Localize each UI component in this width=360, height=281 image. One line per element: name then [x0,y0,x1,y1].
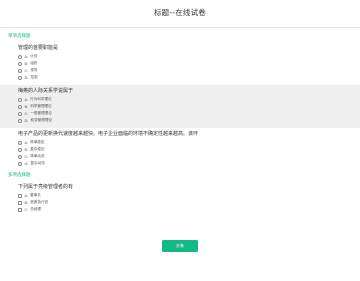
question-1: 管理的首要职能是 A: 计划 B: 组织 C: 领导 D: 控制 [8,42,352,85]
option-list: A: 简单稳定 B: 复杂稳定 C: 简单动态 D: 复杂动态 [18,139,342,167]
option-a[interactable]: A: 简单稳定 [18,139,342,146]
option-label: 首席执行官 [30,200,49,204]
option-key: B: [24,147,29,152]
checkbox[interactable] [18,207,22,212]
question-text: 下列属于亮级管理者的有 [18,184,74,190]
option-key: D: [24,118,29,123]
submit-button[interactable]: 交卷 [162,240,198,252]
option-key: D: [24,75,29,80]
option-label: 行为科学理论 [30,97,52,101]
option-key: B: [24,200,29,205]
page-header: 标题--在线试卷 [0,0,360,28]
option-key: C: [24,207,29,212]
option-b[interactable]: B: 首席执行官 [18,199,342,206]
option-key: A: [24,193,29,198]
option-c[interactable]: C: 领导 [18,67,342,74]
question-2: 梅奥的人际关系学说属于 A: 行为科学理论 B: 科学管理理论 C: 一般管理理… [0,85,360,128]
option-list: A: 计划 B: 组织 C: 领导 D: 控制 [18,53,342,81]
option-key: C: [24,68,29,73]
option-label: 复杂动态 [30,161,45,165]
radio-button[interactable] [18,147,22,152]
option-key: C: [24,111,29,116]
option-label: 科学管理理论 [30,104,52,108]
option-a[interactable]: A: 董事长 [18,192,342,199]
option-d[interactable]: D: 权变管理理论 [18,117,342,124]
option-c[interactable]: C: 简单动态 [18,153,342,160]
option-key: B: [24,61,29,66]
radio-button[interactable] [18,75,22,80]
option-b[interactable]: B: 科学管理理论 [18,103,342,110]
option-label: 组织 [30,61,38,65]
section-title: 多项选择题 [8,173,31,178]
option-key: B: [24,104,29,109]
option-label: 董事长 [30,193,41,197]
radio-button[interactable] [18,161,22,166]
radio-button[interactable] [18,104,22,109]
option-label: 控制 [30,75,38,79]
option-label: 复杂稳定 [30,147,45,151]
page-title: 标题--在线试卷 [153,8,206,17]
option-label: 领导 [30,68,38,72]
option-label: 计划 [30,54,38,58]
option-c[interactable]: C: 总经理 [18,206,342,213]
exam-content: 单项选择题 管理的首要职能是 A: 计划 B: 组织 C: 领导 D: 控制 梅… [0,32,360,217]
option-label: 权变管理理论 [30,118,53,122]
radio-button[interactable] [18,154,22,159]
checkbox[interactable] [18,200,22,205]
question-4: 下列属于亮级管理者的有 A: 董事长 B: 首席执行官 C: 总经理 [8,181,352,217]
radio-button[interactable] [18,54,22,59]
option-label: 总经理 [30,207,42,211]
option-a[interactable]: A: 计划 [18,53,342,60]
question-3: 电子产品的更新换代速度越来越快。电子企业面临的环境不确定性越来越高。该环 A: … [8,128,352,171]
radio-button[interactable] [18,140,22,145]
question-text: 梅奥的人际关系学说属于 [18,88,74,94]
option-key: A: [24,97,29,102]
option-b[interactable]: B: 复杂稳定 [18,146,342,153]
checkbox[interactable] [18,193,22,198]
option-d[interactable]: D: 控制 [18,74,342,81]
option-key: A: [24,140,29,145]
option-label: 一般管理理论 [30,111,52,115]
option-key: D: [24,161,29,166]
option-c[interactable]: C: 一般管理理论 [18,110,342,117]
question-text: 管理的首要职能是 [18,45,59,51]
radio-button[interactable] [18,118,22,123]
option-label: 简单动态 [30,154,45,158]
option-b[interactable]: B: 组织 [18,60,342,67]
option-list: A: 董事长 B: 首席执行官 C: 总经理 [18,192,342,213]
option-label: 简单稳定 [30,140,45,144]
option-key: A: [24,54,29,59]
radio-button[interactable] [18,111,22,116]
section-single-choice: 单项选择题 管理的首要职能是 A: 计划 B: 组织 C: 领导 D: 控制 梅… [0,32,360,171]
exam-page: 标题--在线试卷 单项选择题 管理的首要职能是 A: 计划 B: 组织 C: 领… [0,0,360,281]
question-text: 电子产品的更新换代速度越来越快。电子企业面临的环境不确定性越来越高。该环 [18,131,199,137]
section-title: 单项选择题 [8,34,31,39]
option-key: C: [24,154,29,159]
section-multiple-choice: 多项选择题 下列属于亮级管理者的有 A: 董事长 B: 首席执行官 C: 总经理 [8,171,352,217]
submit-area: 交卷 [0,240,360,252]
option-a[interactable]: A: 行为科学理论 [18,96,342,103]
option-list: A: 行为科学理论 B: 科学管理理论 C: 一般管理理论 D: 权变管理理论 [18,96,342,124]
radio-button[interactable] [18,61,22,66]
radio-button[interactable] [18,68,22,73]
radio-button[interactable] [18,97,22,102]
option-d[interactable]: D: 复杂动态 [18,160,342,167]
